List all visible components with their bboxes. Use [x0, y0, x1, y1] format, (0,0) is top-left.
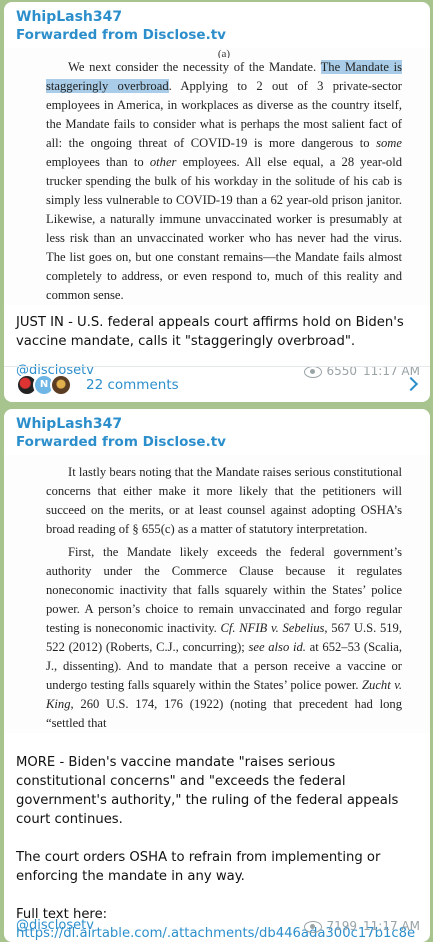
message-header: WhipLash347 Forwarded from Disclose.tv [4, 409, 430, 451]
commenter-avatars: N [16, 373, 78, 397]
sender-name[interactable]: WhipLash347 [16, 415, 418, 433]
message-bubble[interactable]: WhipLash347 Forwarded from Disclose.tv I… [4, 409, 430, 942]
channel-mention[interactable]: @disclosetv [16, 918, 94, 933]
forwarded-from[interactable]: Forwarded from Disclose.tv [16, 433, 418, 451]
document-image[interactable]: It lastly bears noting that the Mandate … [4, 455, 430, 733]
document-image[interactable]: (a) We next consider the necessity of th… [4, 48, 430, 305]
message-time: 11:17 AM [363, 919, 420, 933]
sender-name[interactable]: WhipLash347 [16, 8, 418, 26]
view-count: 7199 [326, 919, 358, 933]
scan-paragraph: It lastly bears noting that the Mandate … [46, 465, 402, 536]
eye-icon [304, 921, 323, 933]
message-bubble[interactable]: WhipLash347 Forwarded from Disclose.tv (… [4, 2, 430, 402]
section-marker: (a) [217, 48, 231, 58]
forwarded-from[interactable]: Forwarded from Disclose.tv [16, 26, 418, 44]
message-meta: 7199 11:17 AM [304, 919, 420, 933]
scan-paragraph: We next consider the necessity of the Ma… [46, 60, 402, 302]
scan-paragraph: First, the Mandate likely exceeds the fe… [46, 545, 402, 730]
comments-bar[interactable]: N 22 comments [4, 366, 430, 402]
message-footer: @disclosetv 7199 11:17 AM [4, 912, 430, 940]
message-text: JUST IN - U.S. federal appeals court aff… [16, 315, 404, 349]
comments-count[interactable]: 22 comments [86, 377, 179, 393]
avatar [50, 373, 72, 396]
message-header: WhipLash347 Forwarded from Disclose.tv [4, 2, 430, 44]
chevron-right-icon[interactable] [403, 376, 419, 392]
message-text: MORE - Biden's vaccine mandate "raises s… [4, 733, 430, 942]
